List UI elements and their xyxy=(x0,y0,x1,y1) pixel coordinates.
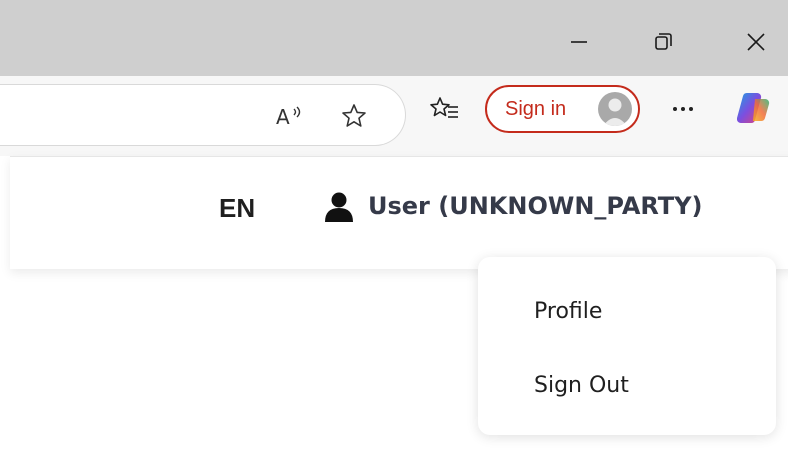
more-button[interactable] xyxy=(663,92,703,126)
user-icon xyxy=(325,192,353,222)
menu-item-sign-out[interactable]: Sign Out xyxy=(534,373,629,398)
title-bar xyxy=(0,0,788,76)
restore-icon xyxy=(655,33,672,50)
read-aloud-button[interactable]: A xyxy=(272,99,308,133)
app-header: EN User (UNKNOWN_PARTY) xyxy=(10,156,788,269)
minimize-icon xyxy=(571,41,587,43)
avatar xyxy=(598,92,632,126)
copilot-icon xyxy=(737,92,770,124)
copilot-button[interactable] xyxy=(734,88,774,128)
star-icon xyxy=(342,104,366,127)
close-icon xyxy=(747,33,765,51)
user-label: User (UNKNOWN_PARTY) xyxy=(368,192,703,220)
favorites-list-icon xyxy=(430,97,458,118)
svg-text:A: A xyxy=(276,105,290,129)
add-favorite-button[interactable] xyxy=(336,99,372,133)
read-aloud-icon: A xyxy=(276,105,301,129)
favorites-button[interactable] xyxy=(425,92,465,126)
address-bar[interactable]: A xyxy=(0,84,406,146)
restore-button[interactable] xyxy=(641,22,685,62)
user-menu-toggle[interactable]: User (UNKNOWN_PARTY) xyxy=(322,189,703,223)
user-dropdown-menu: Profile Sign Out xyxy=(478,257,776,435)
menu-item-profile[interactable]: Profile xyxy=(534,299,602,324)
person-icon xyxy=(603,98,627,126)
browser-toolbar: A Sign in xyxy=(0,76,788,156)
sign-in-button[interactable]: Sign in xyxy=(485,85,640,133)
more-icon xyxy=(673,107,693,111)
minimize-button[interactable] xyxy=(557,22,601,62)
sign-in-label: Sign in xyxy=(505,97,567,120)
close-button[interactable] xyxy=(734,22,778,62)
language-selector[interactable]: EN xyxy=(219,193,255,224)
